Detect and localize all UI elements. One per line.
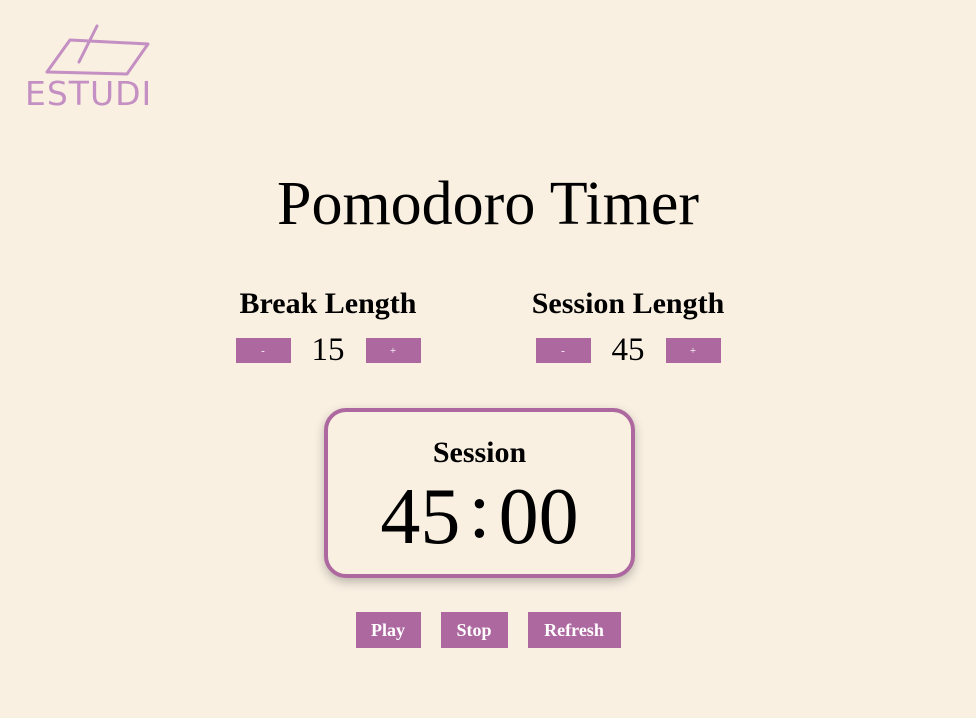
refresh-button[interactable]: Refresh	[527, 612, 621, 648]
session-decrement-button[interactable]: -	[535, 338, 591, 363]
notebook-pencil-icon	[45, 24, 150, 76]
estudi-logo[interactable]: ESTUDI	[22, 22, 167, 117]
break-length-value: 15	[311, 332, 345, 368]
logo-text: ESTUDI	[25, 74, 153, 113]
break-increment-button[interactable]: +	[365, 338, 421, 363]
timer-minutes: 45	[380, 473, 461, 561]
break-length-adjuster: - 15 +	[198, 334, 458, 367]
session-length-value: 45	[611, 332, 645, 368]
timer-label: Session	[432, 436, 527, 469]
break-decrement-button[interactable]: -	[235, 338, 291, 363]
timer-seconds: 00	[498, 473, 579, 561]
timer-panel: Session 45 : 00	[324, 408, 635, 578]
session-length-adjuster: - 45 +	[498, 334, 758, 367]
session-increment-button[interactable]: +	[665, 338, 721, 363]
play-button[interactable]: Play	[355, 612, 421, 648]
page-title: Pomodoro Timer	[276, 170, 700, 238]
session-length-control: Session Length - 45 +	[498, 287, 758, 367]
stop-button[interactable]: Stop	[440, 612, 508, 648]
break-length-label: Break Length	[239, 287, 417, 320]
timer-display: 45 : 00	[328, 471, 631, 561]
timer-controls: Play Stop Refresh	[0, 612, 976, 648]
session-length-label: Session Length	[531, 287, 725, 320]
break-length-control: Break Length - 15 +	[198, 287, 458, 367]
timer-separator: :	[468, 467, 491, 555]
